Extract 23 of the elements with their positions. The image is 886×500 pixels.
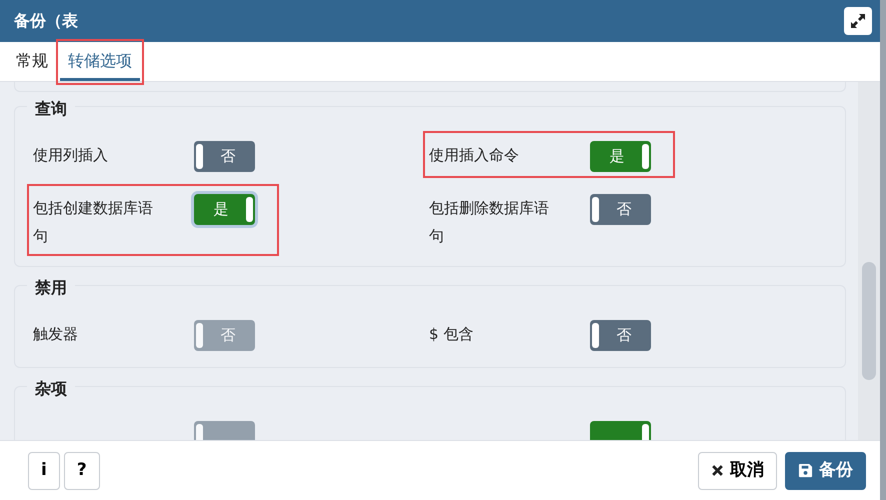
maximize-button[interactable] bbox=[844, 7, 872, 35]
option-label: 包括删除数据库语句 bbox=[429, 198, 550, 247]
option-label: 使用插入命令 bbox=[429, 145, 520, 166]
expand-icon bbox=[850, 13, 866, 29]
option-label: 触发器 bbox=[33, 324, 79, 345]
toggle-switch[interactable]: 否 bbox=[590, 194, 651, 225]
toggle-switch[interactable]: 是 bbox=[194, 194, 255, 225]
cancel-button[interactable]: 取消 bbox=[698, 452, 777, 490]
tab[interactable]: 常规 bbox=[8, 43, 56, 81]
option-label: 使用列插入 bbox=[33, 145, 109, 166]
toggle-switch[interactable]: 否 bbox=[194, 141, 255, 172]
option-label: $ 包含 bbox=[429, 324, 474, 345]
scrollbar-thumb[interactable] bbox=[862, 262, 876, 380]
toggle-switch[interactable]: 是 bbox=[590, 141, 651, 172]
help-button[interactable]: ? bbox=[64, 452, 100, 490]
info-button[interactable]: i bbox=[28, 452, 60, 490]
scrollbar[interactable] bbox=[858, 82, 880, 440]
window-title: 备份（表 bbox=[14, 10, 78, 32]
save-icon bbox=[798, 463, 813, 478]
option-label: 包括创建数据库语句 bbox=[33, 198, 154, 247]
save-button[interactable]: 备份 bbox=[785, 452, 866, 490]
toggle-switch[interactable]: 否 bbox=[590, 320, 651, 351]
close-icon bbox=[711, 464, 724, 477]
